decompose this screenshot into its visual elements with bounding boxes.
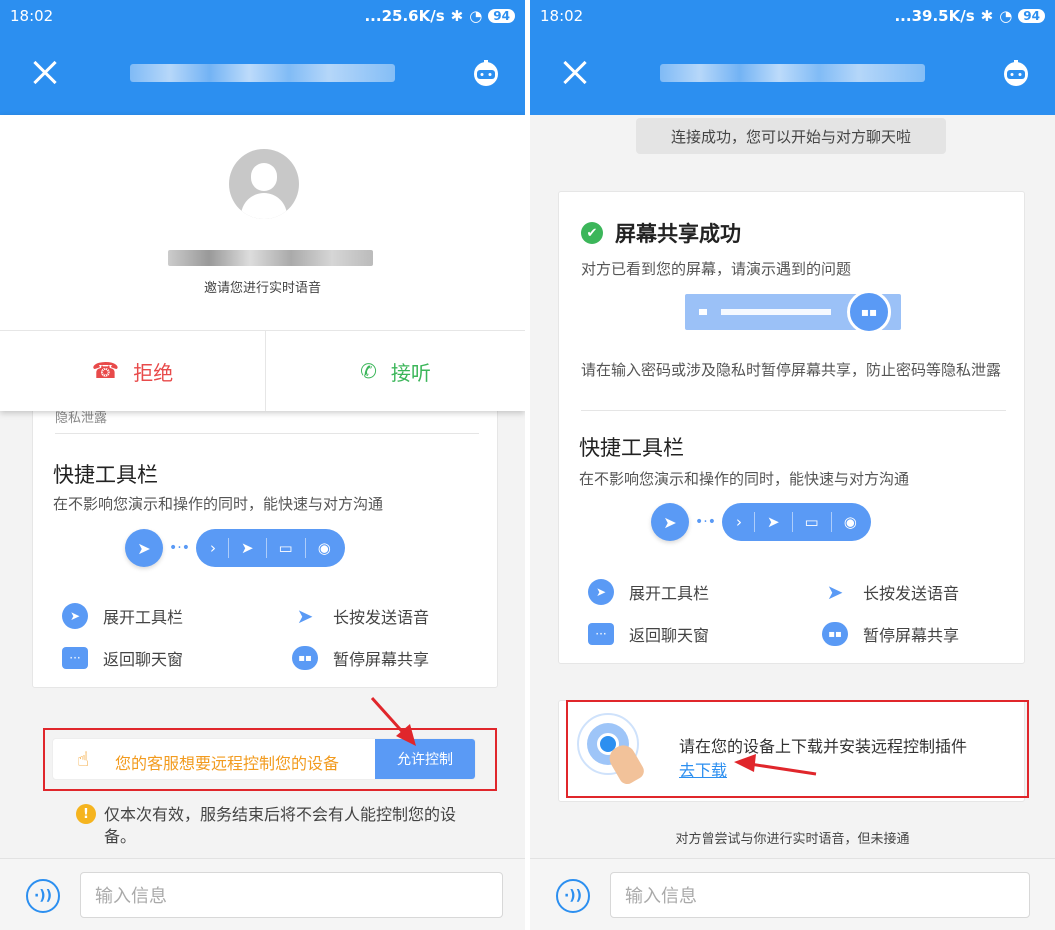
check-circle-icon: ✔ xyxy=(581,222,603,244)
legend-expand: ➤ 展开工具栏 xyxy=(587,579,709,605)
notice-row: ! 仅本次有效，服务结束后将不会有人能控制您的设备。 xyxy=(76,804,456,848)
blurred-caller-name xyxy=(168,250,373,266)
wifi-icon: ◔ xyxy=(999,7,1013,25)
battery-icon: 94 xyxy=(1018,9,1045,23)
status-indicators: ...25.6K/s ✱ ◔ 94 xyxy=(364,7,515,25)
status-bar: 18:02 ...39.5K/s ✱ ◔ 94 xyxy=(530,0,1055,32)
toolbar-info-card: 隐私泄露 快捷工具栏 在不影响您演示和操作的同时，能快速与对方沟通 ➤ •·• … xyxy=(32,380,498,688)
legend-voice: ➤ 长按发送语音 xyxy=(291,603,429,629)
share-illustration: ▪▪ xyxy=(685,290,901,334)
send-plane-icon: ➤ xyxy=(125,529,163,567)
status-time: 18:02 xyxy=(10,7,54,25)
share-title-row: ✔ 屏幕共享成功 xyxy=(581,218,741,248)
legend-pause: ▪▪ 暂停屏幕共享 xyxy=(291,645,429,671)
robot-service-icon[interactable] xyxy=(471,58,501,88)
divider xyxy=(581,410,1006,411)
connected-banner: 连接成功，您可以开始与对方聊天啦 xyxy=(636,118,946,154)
expand-icon: ➤ xyxy=(61,603,89,629)
voice-plane-icon: ➤ xyxy=(296,604,314,628)
legend-expand: ➤ 展开工具栏 xyxy=(61,603,183,629)
app-bar xyxy=(530,32,1055,115)
bluetooth-icon: ✱ xyxy=(450,7,464,25)
expanded-toolbar: › ➤ ▭ ◉ xyxy=(195,529,345,567)
expand-icon: ➤ xyxy=(587,579,615,605)
robot-icon: ◉ xyxy=(843,513,857,531)
send-plane-icon: ➤ xyxy=(651,503,689,541)
message-input[interactable]: 输入信息 xyxy=(80,872,503,918)
status-bar: 18:02 ...25.6K/s ✱ ◔ 94 xyxy=(0,0,525,32)
chevron-right-icon: › xyxy=(209,539,216,557)
toolbar-description: 在不影响您演示和操作的同时，能快速与对方沟通 xyxy=(53,495,384,513)
invite-text: 邀请您进行实时语音 xyxy=(203,281,321,296)
chat-bubble-icon: ··· xyxy=(587,621,615,647)
toolbar-preview: ➤ •·• › ➤ ▭ ◉ xyxy=(125,529,345,567)
app-bar xyxy=(0,32,525,115)
network-speed: ...25.6K/s xyxy=(364,7,445,25)
input-bar: ·)) 输入信息 xyxy=(530,858,1055,930)
wifi-icon: ◔ xyxy=(469,7,483,25)
battery-icon: 94 xyxy=(488,9,515,23)
blurred-chat-title xyxy=(660,64,925,82)
expanded-toolbar: › ➤ ▭ ◉ xyxy=(721,503,871,541)
robot-service-icon[interactable] xyxy=(1001,58,1031,88)
incoming-call-dialog: 邀请您进行实时语音 ☎ 拒绝 ✆ 接听 xyxy=(0,115,525,411)
chevron-right-icon: › xyxy=(735,513,742,531)
red-arrow-annotation xyxy=(370,696,416,746)
robot-icon: ▪▪ xyxy=(847,290,891,334)
close-icon[interactable] xyxy=(558,54,594,90)
message-input[interactable]: 输入信息 xyxy=(610,872,1030,918)
voice-plane-icon: ➤ xyxy=(240,539,254,557)
dots-icon: •·• xyxy=(169,540,190,556)
avatar xyxy=(229,149,299,219)
legend-back: ··· 返回聊天窗 xyxy=(61,645,183,671)
toolbar-title: 快捷工具栏 xyxy=(579,436,684,460)
toolbar-preview: ➤ •·• › ➤ ▭ ◉ xyxy=(651,503,871,541)
robot-icon: ▪▪ xyxy=(291,645,319,671)
share-description: 对方已看到您的屏幕，请演示遇到的问题 xyxy=(581,260,852,278)
status-indicators: ...39.5K/s ✱ ◔ 94 xyxy=(894,7,1045,25)
status-time: 18:02 xyxy=(540,7,584,25)
voice-note: 对方曾尝试与你进行实时语音，但未接通 xyxy=(675,832,910,847)
chat-bubble-icon: ··· xyxy=(61,645,89,671)
toolbar-description: 在不影响您演示和操作的同时，能快速与对方沟通 xyxy=(579,470,910,488)
right-screen: 18:02 ...39.5K/s ✱ ◔ 94 连接成功，您可以开始与对方聊天啦… xyxy=(530,0,1055,930)
chat-icon: ▭ xyxy=(278,539,293,557)
chat-icon: ▭ xyxy=(804,513,819,531)
reject-button[interactable]: ☎ 拒绝 xyxy=(0,331,265,411)
toolbar-title: 快捷工具栏 xyxy=(53,463,158,487)
voice-toggle-icon[interactable]: ·)) xyxy=(556,879,590,913)
voice-plane-icon: ➤ xyxy=(826,580,844,604)
bluetooth-icon: ✱ xyxy=(980,7,994,25)
close-icon[interactable] xyxy=(28,54,64,90)
share-title: 屏幕共享成功 xyxy=(615,222,741,246)
network-speed: ...39.5K/s xyxy=(894,7,975,25)
accept-button[interactable]: ✆ 接听 xyxy=(266,331,525,411)
dots-icon: •·• xyxy=(695,514,716,530)
left-screen: 18:02 ...25.6K/s ✱ ◔ 94 隐私泄露 快捷工具栏 在不影响您… xyxy=(0,0,525,930)
highlight-frame xyxy=(43,728,497,791)
screen-share-card: ✔ 屏幕共享成功 对方已看到您的屏幕，请演示遇到的问题 ▪▪ 请在输入密码或涉及… xyxy=(558,191,1025,664)
red-arrow-annotation xyxy=(734,754,817,776)
legend-voice: ➤ 长按发送语音 xyxy=(821,579,959,605)
privacy-tip: 请在输入密码或涉及隐私时暂停屏幕共享，防止密码等隐私泄露 xyxy=(581,361,1002,379)
legend-back: ··· 返回聊天窗 xyxy=(587,621,709,647)
robot-icon: ▪▪ xyxy=(821,621,849,647)
robot-icon: ◉ xyxy=(317,539,331,557)
legend-pause: ▪▪ 暂停屏幕共享 xyxy=(821,621,959,647)
divider xyxy=(55,433,479,434)
voice-toggle-icon[interactable]: ·)) xyxy=(26,879,60,913)
highlight-frame xyxy=(566,700,1029,798)
phone-icon: ✆ xyxy=(360,359,377,383)
notice-text: 仅本次有效，服务结束后将不会有人能控制您的设备。 xyxy=(104,805,457,846)
warning-icon: ! xyxy=(76,804,96,824)
voice-plane-icon: ➤ xyxy=(766,513,780,531)
hangup-icon: ☎ xyxy=(91,358,120,384)
input-bar: ·)) 输入信息 xyxy=(0,858,525,930)
blurred-chat-title xyxy=(130,64,395,82)
